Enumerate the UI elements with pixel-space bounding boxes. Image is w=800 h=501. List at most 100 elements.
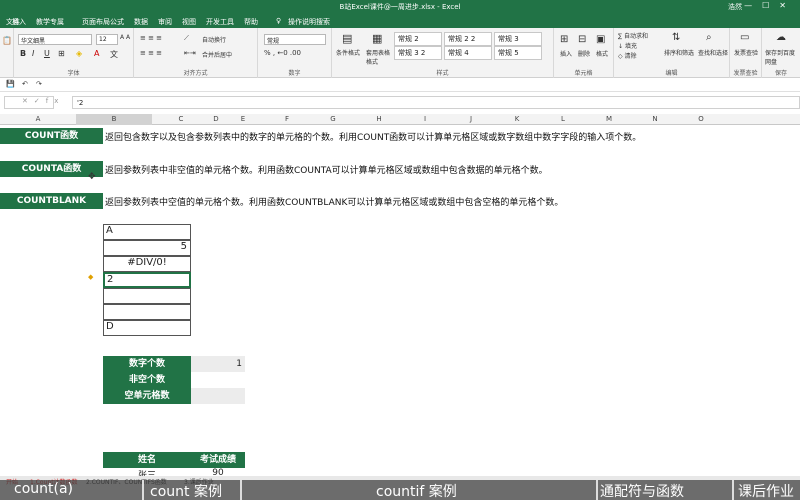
tab-view[interactable]: 视图 [182, 17, 196, 27]
save-icon[interactable]: 💾 [6, 80, 15, 88]
column-header-a[interactable]: A [0, 114, 76, 125]
grow-font-icon[interactable]: A A [120, 34, 130, 41]
align-top-icon[interactable]: ≡ ≡ ≡ [140, 34, 162, 42]
underline-button[interactable]: U [44, 49, 50, 58]
font-color-icon[interactable]: A [94, 49, 99, 58]
italic-button[interactable]: I [32, 49, 34, 58]
tab-page-layout[interactable]: 页面布局 [82, 17, 110, 27]
phonetic-icon[interactable]: 文 [110, 49, 118, 60]
fx-icon[interactable]: fx [46, 97, 65, 105]
find-select-button[interactable]: 查找和选择 [698, 48, 728, 57]
tab-review[interactable]: 审阅 [158, 17, 172, 27]
style-cell-3[interactable]: 常规 3 [494, 32, 542, 46]
style-cell-5[interactable]: 常规 4 [444, 46, 492, 60]
cloud-save-button[interactable]: 保存到百度网盘 [765, 48, 799, 66]
function-desc-count[interactable]: 返回包含数字以及包含参数列表中的数字的单元格的个数。利用COUNT函数可以计算单… [105, 130, 641, 143]
format-cells-button[interactable]: 格式 [596, 49, 608, 58]
stat-label-nonempty[interactable]: 非空个数 [103, 372, 191, 388]
wrap-text-button[interactable]: 自动换行 [202, 35, 226, 44]
cloud-save-icon[interactable]: ☁ [776, 32, 786, 43]
formula-bar-buttons[interactable]: ✕✓fx [22, 97, 64, 105]
conditional-format-icon[interactable]: ▤ [342, 32, 352, 45]
column-header-m[interactable]: M [586, 114, 632, 125]
fill-color-icon[interactable]: ◈ [76, 49, 82, 58]
number-format-select[interactable]: 常规 [264, 34, 326, 45]
user-name[interactable]: 浩然 [728, 2, 742, 12]
style-cell-6[interactable]: 常规 5 [494, 46, 542, 60]
worksheet[interactable]: COUNT函数 返回包含数字以及包含参数列表中的数字的单元格的个数。利用COUN… [0, 125, 800, 476]
formula-input[interactable]: '2 [72, 96, 800, 109]
column-header-k[interactable]: K [494, 114, 540, 125]
sample-cell-6[interactable] [103, 304, 191, 320]
sample-cell-2[interactable]: 5 [103, 240, 191, 256]
column-header-n[interactable]: N [632, 114, 678, 125]
format-cells-icon[interactable]: ▣ [596, 34, 605, 45]
invoice-icon[interactable]: ▭ [740, 32, 749, 43]
sort-filter-icon[interactable]: ⇅ [672, 32, 680, 43]
column-header-i[interactable]: I [402, 114, 448, 125]
indent-icon[interactable]: ⇤⇥ [184, 49, 196, 57]
score-header-score[interactable]: 考试成绩 [191, 452, 245, 468]
chapter-countif-case[interactable]: countif 案例 [376, 481, 457, 501]
column-header-o[interactable]: O [678, 114, 724, 125]
paste-icon[interactable]: 📋 [2, 36, 12, 45]
column-header-j[interactable]: J [448, 114, 494, 125]
column-header-f[interactable]: F [264, 114, 310, 125]
chapter-count-case[interactable]: count 案例 [150, 481, 222, 501]
column-header-d[interactable]: D [210, 114, 222, 125]
chapter-count-a[interactable]: count(a) [14, 481, 73, 497]
clear-button[interactable]: ◇ 清除 [618, 51, 637, 60]
style-cell-4[interactable]: 常规 3 2 [394, 46, 442, 60]
bold-button[interactable]: B [20, 49, 26, 58]
find-select-icon[interactable]: ⌕ [706, 32, 712, 43]
tab-teaching[interactable]: 教学专属 [36, 17, 64, 27]
sample-cell-5[interactable] [103, 288, 191, 304]
sort-filter-button[interactable]: 排序和筛选 [664, 48, 694, 57]
score-row-name[interactable]: 张三 [103, 468, 191, 476]
column-header-e[interactable]: E [222, 114, 264, 125]
fill-button[interactable]: ↓ 填充 [618, 41, 637, 50]
window-controls[interactable]: —☐✕ [744, 1, 796, 10]
table-format-icon[interactable]: ▦ [372, 32, 382, 45]
font-name-select[interactable]: 华文细黑 [18, 34, 92, 45]
orientation-icon[interactable]: ⟋ [184, 34, 189, 43]
tab-formulas[interactable]: 公式 [110, 17, 124, 27]
table-format-button[interactable]: 套用表格格式 [366, 48, 390, 66]
delete-cells-icon[interactable]: ⊟ [578, 34, 586, 45]
percent-icon[interactable]: % , ←0 .00 [264, 49, 301, 57]
autosum-button[interactable]: ∑ 自动求和 [618, 31, 648, 40]
insert-cells-button[interactable]: 插入 [560, 49, 572, 58]
error-warning-icon[interactable]: ◆ [88, 273, 93, 281]
column-header-c[interactable]: C [152, 114, 210, 125]
tab-insert[interactable]: 插入 [12, 17, 26, 27]
sample-cell-3[interactable]: #DIV/0! [103, 256, 191, 272]
tab-help[interactable]: 帮助 [244, 17, 258, 27]
column-header-h[interactable]: H [356, 114, 402, 125]
stat-value-blank[interactable] [191, 388, 245, 404]
score-header-name[interactable]: 姓名 [103, 452, 191, 468]
insert-cells-icon[interactable]: ⊞ [560, 34, 568, 45]
conditional-format-button[interactable]: 条件格式 [336, 48, 360, 57]
merge-center-button[interactable]: 合并后居中 [202, 50, 232, 59]
chapter-homework[interactable]: 课后作业 [738, 481, 794, 501]
column-header-b[interactable]: B [76, 114, 152, 125]
delete-cells-button[interactable]: 删除 [578, 49, 590, 58]
column-header-g[interactable]: G [310, 114, 356, 125]
stat-label-numbers[interactable]: 数字个数 [103, 356, 191, 372]
tab-developer[interactable]: 开发工具 [206, 17, 234, 27]
function-name-count[interactable]: COUNT函数 [0, 128, 103, 144]
sample-cell-1[interactable]: A [103, 224, 191, 240]
stat-label-blank[interactable]: 空单元格数 [103, 388, 191, 404]
chapter-wildcard[interactable]: 通配符与函数 [600, 481, 684, 501]
font-size-select[interactable]: 12 [96, 34, 118, 45]
function-name-countblank[interactable]: COUNTBLANK [0, 193, 103, 209]
redo-icon[interactable]: ↷ [36, 80, 42, 88]
invoice-button[interactable]: 发票查验 [734, 48, 758, 57]
score-row-score[interactable]: 90 [191, 468, 245, 476]
sample-cell-7[interactable]: D [103, 320, 191, 336]
border-icon[interactable]: ⊞ [58, 49, 65, 58]
tell-me-icon[interactable]: ♀ [276, 17, 281, 25]
align-left-icon[interactable]: ≡ ≡ ≡ [140, 49, 162, 57]
tab-data[interactable]: 数据 [134, 17, 148, 27]
style-cell-1[interactable]: 常规 2 [394, 32, 442, 46]
